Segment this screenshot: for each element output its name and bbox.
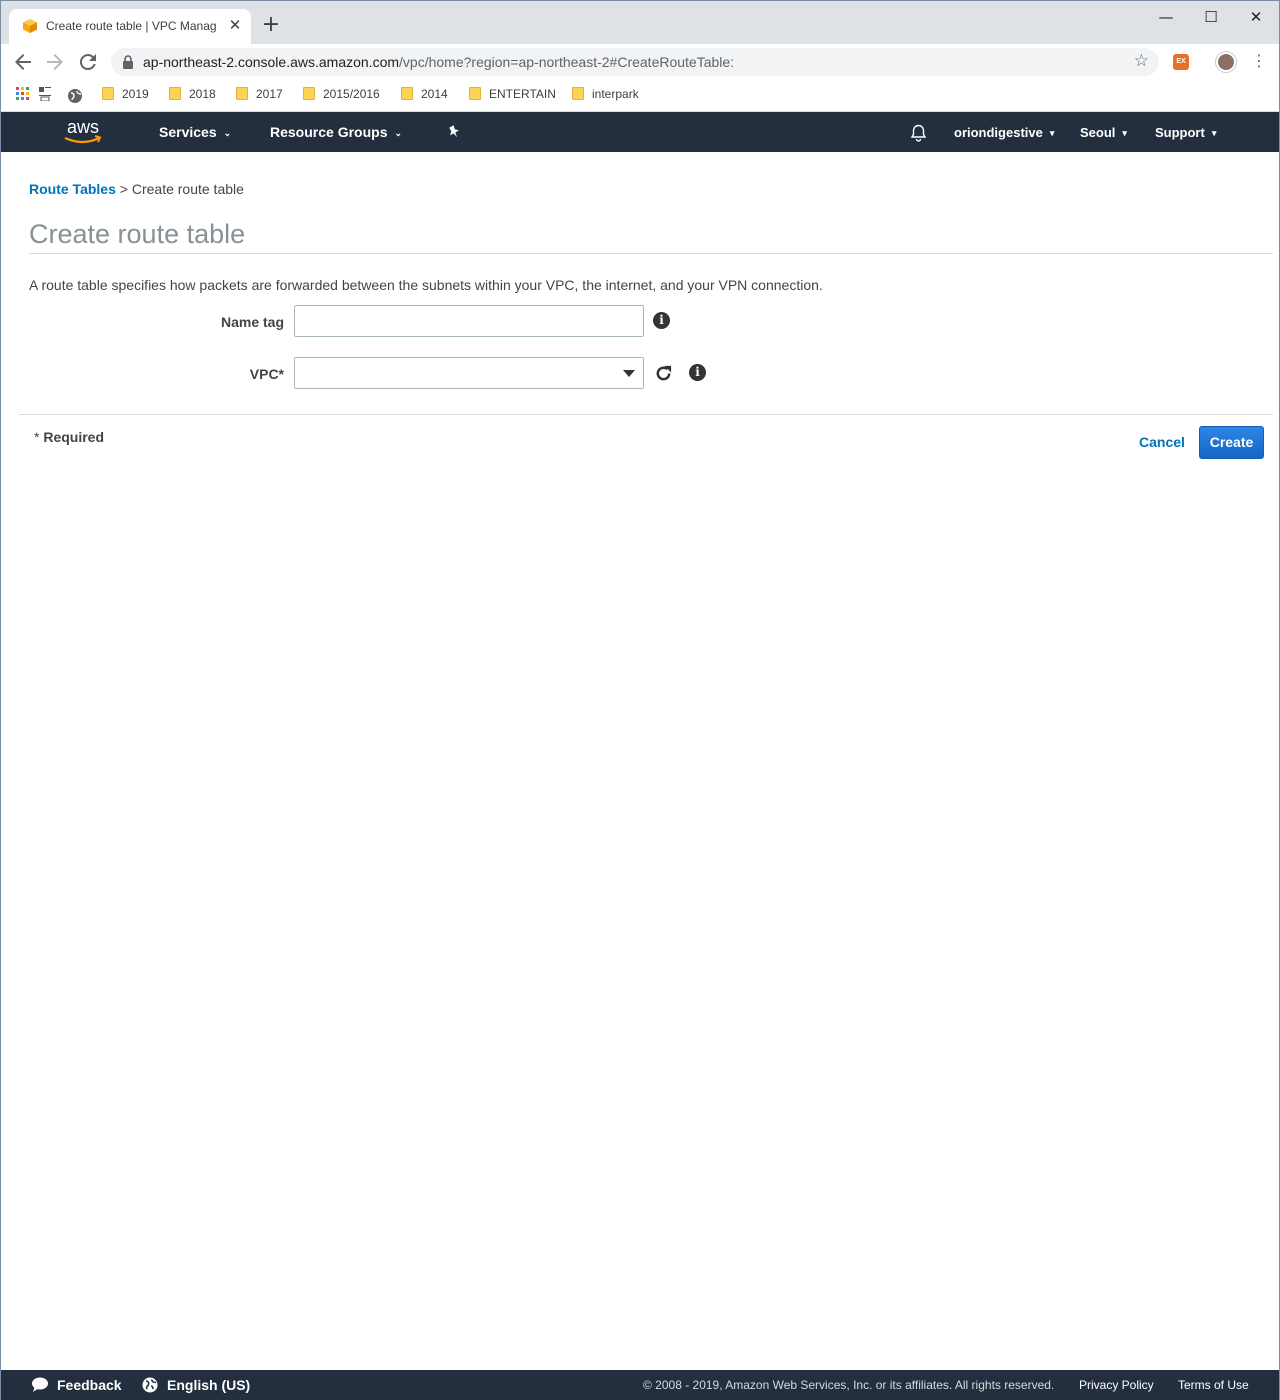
apps-grid-icon[interactable] [16, 87, 30, 101]
bookmarks-bar: 2019 2018 2017 2015/2016 2014 ENTERTAIN … [1, 80, 1279, 112]
reload-icon[interactable] [76, 50, 100, 74]
new-tab-button[interactable]: + [261, 14, 281, 36]
browser-window: Create route table | VPC Manag ✕ + — ☐ ✕… [0, 0, 1280, 1400]
bookmark-interpark[interactable]: interpark [572, 87, 639, 105]
page-description: A route table specifies how packets are … [29, 277, 823, 293]
close-window-button[interactable]: ✕ [1241, 7, 1271, 27]
speech-bubble-icon [32, 1377, 48, 1392]
folder-icon [572, 87, 584, 100]
folder-icon [169, 87, 181, 100]
breadcrumb-route-tables-link[interactable]: Route Tables [29, 181, 116, 197]
globe-icon [142, 1377, 158, 1393]
dropdown-arrow-icon [623, 370, 635, 377]
cancel-button[interactable]: Cancel [1131, 429, 1193, 455]
url-text: ap-northeast-2.console.aws.amazon.com/vp… [143, 54, 735, 70]
bookmark-2018[interactable]: 2018 [169, 87, 216, 105]
feedback-link[interactable]: Feedback [57, 1377, 122, 1393]
vpc-select[interactable] [294, 357, 644, 389]
tab-strip: Create route table | VPC Manag ✕ + — ☐ ✕ [1, 1, 1279, 44]
bookmark-2015-2016[interactable]: 2015/2016 [303, 87, 380, 105]
minimize-button[interactable]: — [1151, 7, 1181, 27]
terms-of-use-link[interactable]: Terms of Use [1178, 1378, 1249, 1392]
folder-icon [469, 87, 481, 100]
svg-text:aws: aws [67, 117, 99, 137]
breadcrumb-current: Create route table [131, 181, 244, 197]
back-icon[interactable] [11, 50, 35, 74]
create-button[interactable]: Create [1199, 426, 1264, 459]
refresh-icon[interactable] [654, 364, 673, 383]
support-menu[interactable]: Support ▾ [1155, 125, 1216, 140]
resource-groups-menu[interactable]: Resource Groups ⌄ [270, 124, 402, 140]
vpc-label: VPC* [249, 366, 284, 382]
services-menu[interactable]: Services ⌄ [159, 124, 231, 140]
copyright-text: © 2008 - 2019, Amazon Web Services, Inc.… [643, 1378, 1055, 1392]
chevron-down-icon: ▾ [1049, 128, 1055, 138]
lock-icon [123, 55, 133, 69]
maximize-button[interactable]: ☐ [1196, 7, 1226, 27]
browser-tab[interactable]: Create route table | VPC Manag ✕ [9, 9, 251, 44]
language-selector[interactable]: English (US) [167, 1377, 250, 1393]
page-title: Create route table [29, 219, 246, 249]
folder-icon [236, 87, 248, 100]
vpc-info-icon[interactable]: i [689, 364, 706, 381]
aws-logo[interactable]: aws [61, 117, 105, 147]
tab-close-icon[interactable]: ✕ [227, 17, 243, 33]
bookmark-entertain[interactable]: ENTERTAIN [469, 87, 556, 105]
folder-icon [303, 87, 315, 100]
name-tag-info-icon[interactable]: i [653, 312, 670, 329]
aws-footer: Feedback English (US) © 2008 - 2019, Ama… [1, 1370, 1279, 1400]
extension-icon[interactable]: EX [1173, 54, 1189, 70]
title-divider [29, 253, 1273, 254]
folder-icon [102, 87, 114, 100]
chevron-down-icon: ▾ [1211, 128, 1217, 138]
pin-icon[interactable] [447, 125, 461, 139]
breadcrumb-separator: > [119, 181, 128, 197]
aws-top-nav: aws Services ⌄ Resource Groups ⌄ oriondige… [1, 112, 1279, 152]
breadcrumb: Route Tables > Create route table [29, 181, 244, 197]
name-tag-input[interactable] [294, 305, 644, 337]
region-menu[interactable]: Seoul ▾ [1080, 125, 1127, 140]
privacy-policy-link[interactable]: Privacy Policy [1079, 1378, 1154, 1392]
profile-avatar[interactable] [1216, 52, 1236, 72]
chevron-down-icon: ⌄ [223, 128, 232, 138]
name-tag-label: Name tag [220, 314, 284, 330]
chevron-down-icon: ⌄ [394, 128, 403, 138]
account-menu[interactable]: oriondigestive ▾ [954, 125, 1054, 140]
aws-cube-icon [23, 19, 37, 33]
bell-icon[interactable] [910, 124, 927, 142]
bookmark-2017[interactable]: 2017 [236, 87, 283, 105]
bookmark-2019[interactable]: 2019 [102, 87, 149, 105]
bookmark-2014[interactable]: 2014 [401, 87, 448, 105]
address-bar[interactable]: ap-northeast-2.console.aws.amazon.com/vp… [111, 48, 1159, 76]
globe-icon[interactable] [67, 88, 83, 104]
apps-label-icon[interactable] [39, 87, 51, 105]
menu-kebab-icon[interactable]: ⋮ [1251, 51, 1267, 70]
required-note: * Required [34, 429, 105, 445]
forward-icon[interactable] [43, 50, 67, 74]
bookmark-star-icon[interactable]: ☆ [1134, 51, 1149, 71]
tab-title: Create route table | VPC Manag [46, 19, 217, 33]
form-divider [19, 414, 1273, 415]
folder-icon [401, 87, 413, 100]
browser-toolbar: ap-northeast-2.console.aws.amazon.com/vp… [1, 44, 1279, 80]
chevron-down-icon: ▾ [1122, 128, 1127, 138]
